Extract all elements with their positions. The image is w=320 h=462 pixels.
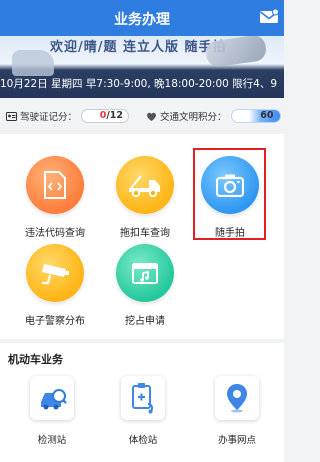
mail-icon[interactable] [258, 6, 280, 28]
vehicle-item-medical[interactable]: 体检站 [108, 376, 178, 446]
vehicle-item-service-point[interactable]: 办事网点 [202, 376, 272, 446]
vehicle-item-inspection-tile [30, 376, 74, 420]
location-pin-icon [227, 384, 247, 413]
service-violation-code-label: 违法代码查询 [25, 228, 85, 239]
vehicle-item-medical-label: 体检站 [128, 435, 158, 446]
vehicle-item-medical-tile [121, 376, 165, 420]
heart-shield-icon [147, 112, 156, 121]
traffic-restriction-ticker: 10月22日 星期四 早7:30-9:00, 晚18:00-20:00 限行4、… [0, 78, 278, 90]
vehicle-item-service-point-tile [215, 376, 259, 420]
service-violation-code-circle [26, 156, 84, 214]
banner-faded-text: 欢迎/晴/题 连立人版 随手拍 [50, 40, 227, 55]
service-occupy-request[interactable]: 挖占申请 [107, 244, 183, 327]
civility-points-label: 交通文明积分： [160, 112, 227, 123]
banner[interactable]: 欢迎/晴/题 连立人版 随手拍 10月22日 星期四 早7:30-9:00, 晚… [0, 36, 284, 98]
service-e-police-circle [26, 244, 84, 302]
app-header: 业务办理 [0, 0, 284, 36]
vehicle-business-section: 机动车业务 检测站 体检站 办事网点 [0, 343, 284, 462]
license-icon [6, 111, 17, 121]
film-clapper-icon [132, 263, 158, 284]
license-points-pill: 0/12 [81, 109, 130, 123]
code-query-icon [44, 171, 66, 199]
license-points-max: /12 [106, 110, 124, 121]
civility-points-pill: 60 [230, 109, 281, 123]
car-illustration [12, 50, 54, 76]
banner-decoration [204, 36, 268, 69]
service-occupy-request-circle [116, 244, 174, 302]
service-e-police[interactable]: 电子警察分布 [17, 244, 93, 327]
vehicle-item-inspection-label: 检测站 [37, 435, 67, 446]
vehicle-item-service-point-label: 办事网点 [217, 435, 256, 446]
section-title: 机动车业务 [8, 353, 63, 366]
score-bar: 驾驶证记分： 0/12 交通文明积分： 60 [0, 104, 284, 128]
service-e-police-label: 电子警察分布 [25, 316, 85, 327]
vehicle-item-inspection[interactable]: 检测站 [17, 376, 87, 446]
service-tow-query-circle [116, 156, 174, 214]
service-tow-query[interactable]: 拖扣车查询 [107, 156, 183, 239]
page-title: 业务办理 [114, 12, 170, 28]
civility-points[interactable]: 交通文明积分： 60 [146, 108, 281, 124]
medical-check-icon [132, 383, 153, 414]
inspection-station-icon [41, 389, 67, 410]
selected-item-highlight [193, 148, 266, 240]
license-points[interactable]: 驾驶证记分： 0/12 [6, 108, 130, 124]
civility-points-value: 60 [260, 110, 274, 121]
traffic-camera-icon [42, 264, 69, 285]
tow-truck-icon [129, 175, 160, 198]
license-points-label: 驾驶证记分： [20, 112, 78, 123]
service-tow-query-label: 拖扣车查询 [120, 228, 170, 239]
service-violation-code[interactable]: 违法代码查询 [17, 156, 93, 239]
service-occupy-request-label: 挖占申请 [125, 316, 165, 327]
